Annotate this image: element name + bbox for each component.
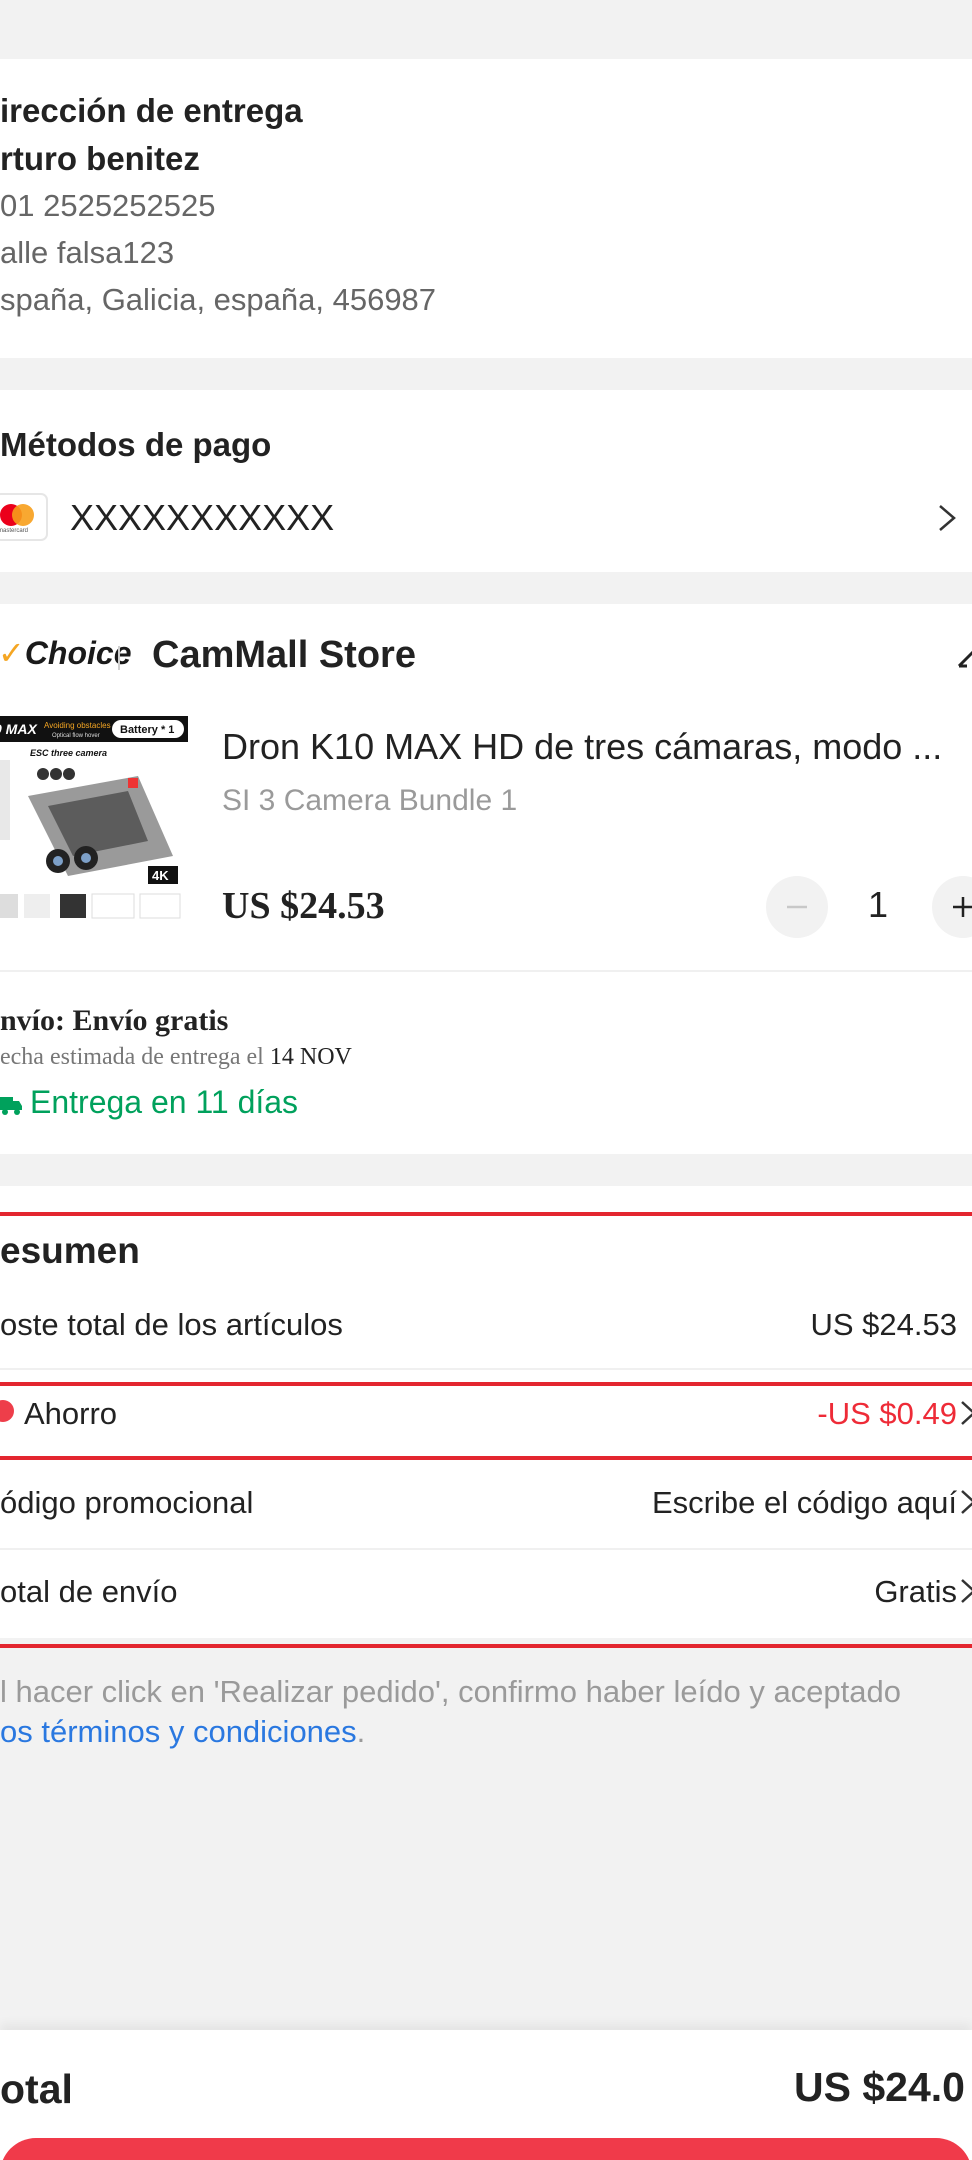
address-street: alle falsa123 [0,235,175,270]
edit-icon[interactable] [955,640,972,670]
highlight-line [0,1456,972,1460]
shipping-title[interactable]: nvío: Envío gratis [0,1004,228,1038]
terms-link[interactable]: os términos y condiciones. [0,1714,365,1750]
delivery-days: Entrega en 11 días [0,1084,298,1121]
store-name[interactable]: CamMall Store [152,634,416,677]
payment-title: Métodos de pago [0,426,272,463]
product-price: US $24.53 [222,885,385,927]
quantity-decrease-button[interactable] [766,876,828,938]
summary-title: esumen [0,1230,140,1271]
quantity-increase-button[interactable] [932,876,972,938]
divider [0,970,972,972]
promo-code-label[interactable]: ódigo promocional [0,1485,253,1521]
terms-text: l hacer click en 'Realizar pedido', conf… [0,1674,901,1709]
mastercard-icon: mastercard [0,493,48,541]
image-tagline: Avoiding obstacles [44,721,111,730]
savings-value[interactable]: -US $0.49 [817,1396,957,1432]
chevron-right-icon[interactable] [958,1485,972,1519]
chevron-right-icon[interactable] [958,1574,972,1608]
divider [0,1368,972,1370]
highlight-line [0,1212,972,1216]
choice-badge: ✓Choice [0,635,132,671]
chevron-right-icon[interactable] [930,498,964,538]
image-battery-text: Battery * 1 [120,724,174,736]
minus-icon [787,905,807,909]
total-label: otal [0,2066,73,2112]
items-total-value: US $24.53 [810,1307,958,1342]
total-value: US $24.0 [794,2064,965,2110]
quantity-value: 1 [868,884,889,925]
savings-label[interactable]: Ahorro [24,1396,117,1432]
chevron-right-icon[interactable] [958,1396,972,1430]
divider [118,646,120,670]
image-4k-text: 4K [152,868,169,883]
address-title: irección de entrega [0,92,303,129]
highlight-line [0,1382,972,1386]
payment-methods-card[interactable] [0,390,972,572]
plus-icon [953,897,972,917]
shipping-total-label[interactable]: otal de envío [0,1574,178,1610]
divider [0,1548,972,1550]
recipient-phone: 01 2525252525 [0,188,216,223]
shipping-total-value[interactable]: Gratis [874,1574,957,1610]
items-total-label: oste total de los artículos [0,1307,343,1342]
estimated-delivery: echa estimada de entrega el 14 NOV [0,1044,352,1070]
image-model-text: 0 MAX [0,721,38,737]
image-subtag: Optical flow hover [52,733,100,739]
place-order-button[interactable] [0,2138,972,2160]
recipient-name: rturo benitez [0,140,200,177]
image-cameras-text: ESC three camera [30,748,107,758]
card-number: XXXXXXXXXXX [70,497,335,538]
promo-code-input[interactable]: Escribe el código aquí [652,1485,957,1521]
product-title[interactable]: Dron K10 MAX HD de tres cámaras, modo ..… [222,726,972,768]
product-variant[interactable]: SI 3 Camera Bundle 1 [222,784,517,818]
highlight-line [0,1644,972,1648]
product-thumbnail[interactable]: 0 MAX Avoiding obstacles Optical flow ho… [0,716,188,926]
address-region: spaña, Galicia, españa, 456987 [0,282,437,317]
truck-icon [0,1097,22,1115]
